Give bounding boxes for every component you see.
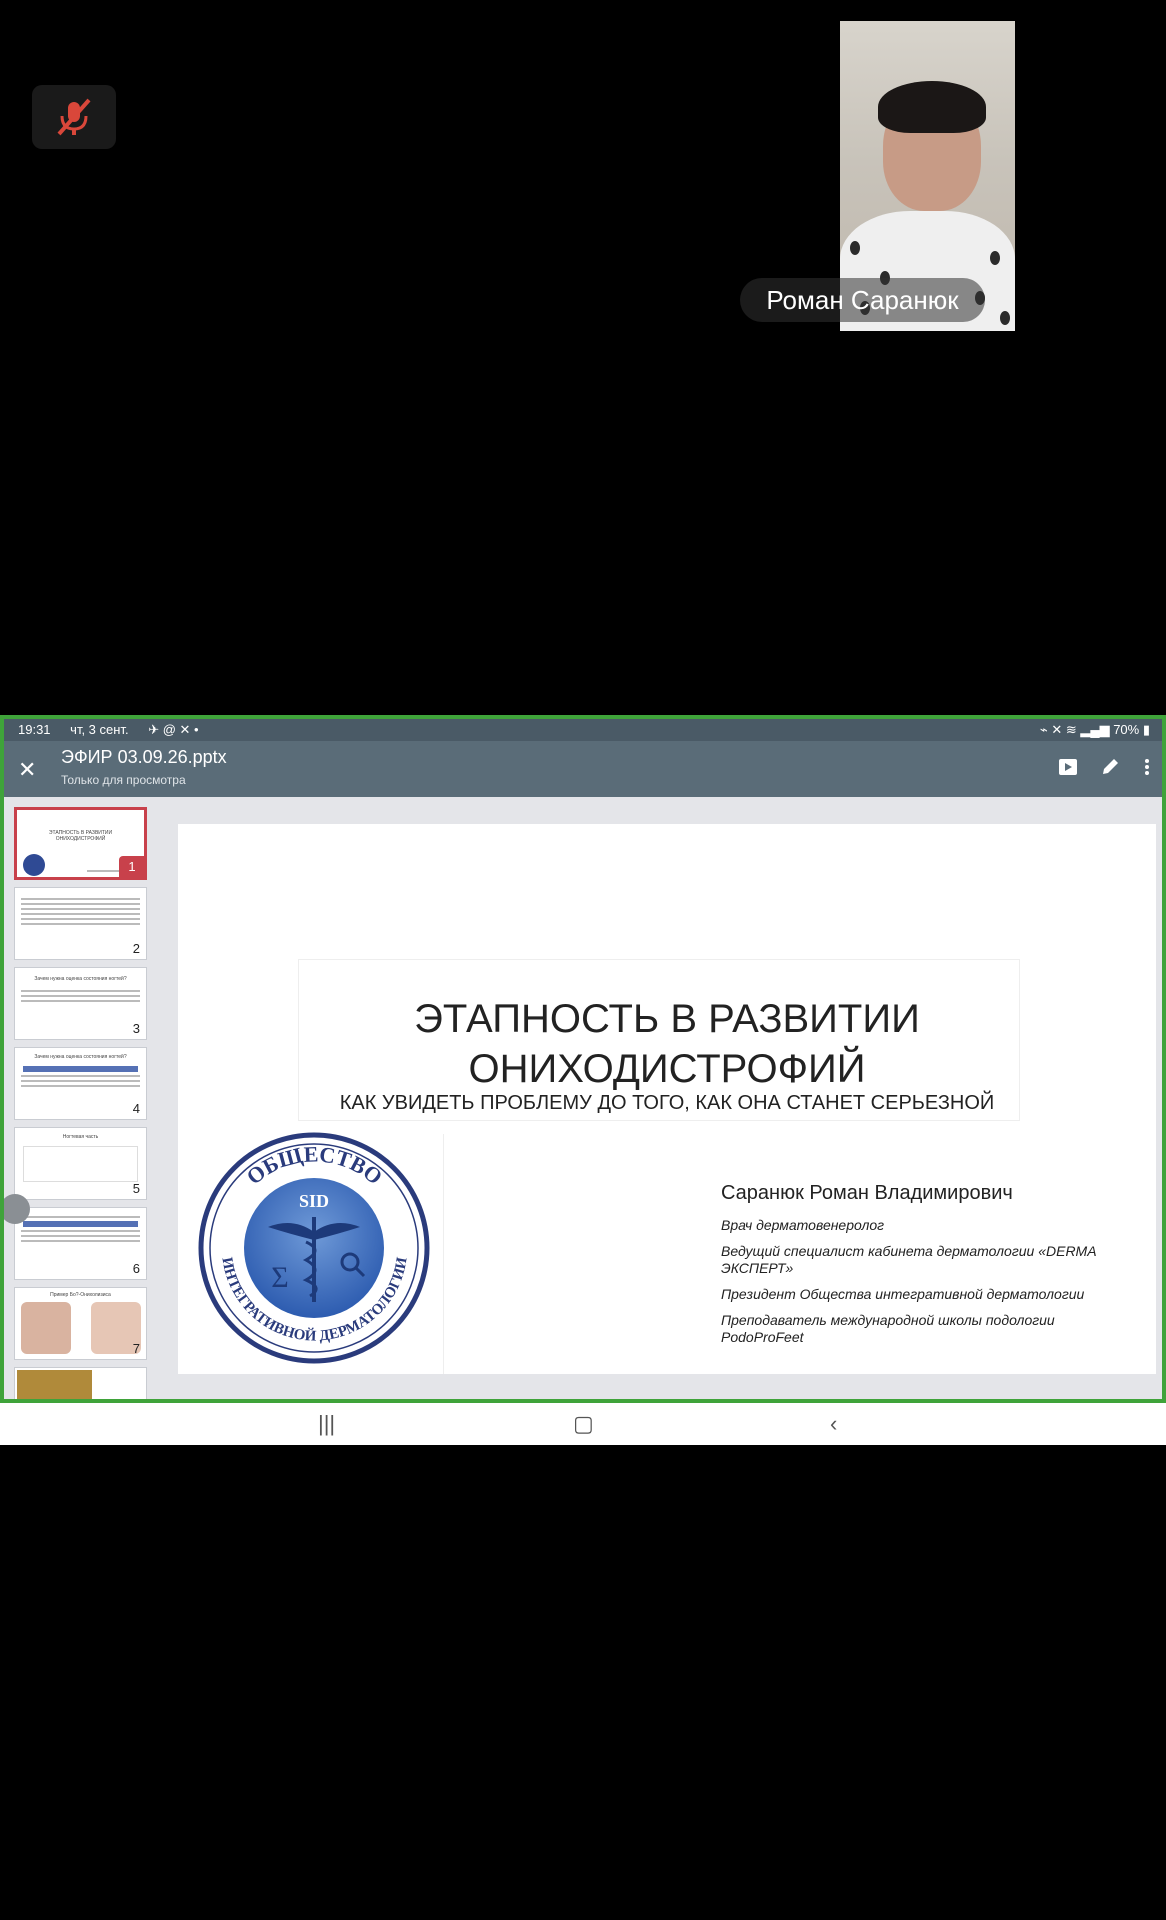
back-icon[interactable]: ‹ bbox=[830, 1411, 837, 1437]
play-icon[interactable] bbox=[1058, 757, 1078, 777]
participant-name: Роман Саранюк bbox=[740, 278, 985, 322]
thumbnail-number: 1 bbox=[119, 856, 144, 877]
document-mode: Только для просмотра bbox=[61, 773, 186, 787]
status-time: 19:31 bbox=[18, 722, 51, 737]
more-icon[interactable] bbox=[1142, 757, 1152, 777]
thumbnail-6[interactable]: 6 bbox=[14, 1207, 147, 1280]
thumbnail-title: Зачем нужна оценка состояния ногтей? bbox=[34, 976, 127, 982]
thumbnail-title: Ногтевая часть bbox=[62, 1134, 99, 1140]
mic-off-icon bbox=[57, 98, 91, 136]
author-line: Врач дерматовенеролог bbox=[721, 1217, 885, 1233]
thumbnail-number: 4 bbox=[132, 1101, 140, 1116]
battery-icon: ▮ bbox=[1142, 722, 1150, 737]
logo-abbr: SID bbox=[299, 1191, 329, 1211]
thumbnail-7[interactable]: Пример Бо?-Онихолизиса 7 bbox=[14, 1287, 147, 1360]
home-icon[interactable]: ▢ bbox=[573, 1411, 594, 1437]
document-toolbar: ✕ ЭФИР 03.09.26.pptx Только для просмотр… bbox=[4, 741, 1162, 797]
slide-thumbnails: ЭТАПНОСТЬ В РАЗВИТИИ ОНИХОДИСТРОФИЙ 1 2 … bbox=[4, 797, 159, 1399]
thumbnail-3[interactable]: Зачем нужна оценка состояния ногтей? 3 bbox=[14, 967, 147, 1040]
thumbnail-number: 5 bbox=[132, 1181, 140, 1196]
author-line: Ведущий специалист кабинета дерматологии… bbox=[721, 1243, 1097, 1276]
system-nav-bar: ||| ▢ ‹ bbox=[0, 1403, 1166, 1445]
thumbnail-title: ЭТАПНОСТЬ В РАЗВИТИИ ОНИХОДИСТРОФИЙ bbox=[48, 830, 113, 842]
author-info: Саранюк Роман Владимирович Врач дерматов… bbox=[721, 1182, 1121, 1355]
thumbnail-8[interactable] bbox=[14, 1367, 147, 1399]
battery-level: 70% bbox=[1113, 722, 1140, 737]
signal-icon: ⌁ ✕ ≋ ▂▄▆ bbox=[1039, 722, 1114, 737]
mute-button[interactable] bbox=[32, 85, 116, 149]
thumbnail-title: Пример Бо?-Онихолизиса bbox=[50, 1292, 111, 1298]
society-logo: ОБЩЕСТВО ИНТЕГРАТИВНОЙ ДЕРМАТОЛОГИИ SID … bbox=[198, 1132, 430, 1364]
notification-icons: ✈ @ ✕ • bbox=[148, 722, 199, 737]
thumbnail-number: 7 bbox=[132, 1341, 140, 1356]
thumbnail-4[interactable]: Зачем нужна оценка состояния ногтей? 4 bbox=[14, 1047, 147, 1120]
document-title: ЭФИР 03.09.26.pptx bbox=[61, 747, 227, 767]
thumbnail-number: 3 bbox=[132, 1021, 140, 1036]
author-line: Преподаватель международной школы подоло… bbox=[721, 1312, 1055, 1345]
recent-apps-icon[interactable]: ||| bbox=[318, 1411, 335, 1437]
slide-subtitle: КАК УВИДЕТЬ ПРОБЛЕМУ ДО ТОГО, КАК ОНА СТ… bbox=[339, 1092, 995, 1114]
author-line: Президент Общества интегративной дермато… bbox=[721, 1286, 1085, 1302]
screen-share: 19:31 чт, 3 сент. ✈ @ ✕ • ⌁ ✕ ≋ ▂▄▆ 70% … bbox=[0, 715, 1166, 1403]
slide-canvas: ЭТАПНОСТЬ В РАЗВИТИИ ОНИХОДИСТРОФИЙ КАК … bbox=[178, 824, 1156, 1374]
slide-title: ЭТАПНОСТЬ В РАЗВИТИИ ОНИХОДИСТРОФИЙ bbox=[414, 997, 920, 1091]
close-icon[interactable]: ✕ bbox=[18, 757, 36, 783]
thumbnail-1[interactable]: ЭТАПНОСТЬ В РАЗВИТИИ ОНИХОДИСТРОФИЙ 1 bbox=[14, 807, 147, 880]
thumbnail-number: 6 bbox=[132, 1261, 140, 1276]
pen-handle[interactable] bbox=[4, 1194, 30, 1224]
svg-text:Σ: Σ bbox=[271, 1261, 288, 1294]
participant-hair bbox=[878, 81, 986, 133]
thumbnail-5[interactable]: Ногтевая часть 5 bbox=[14, 1127, 147, 1200]
edit-icon[interactable] bbox=[1100, 757, 1120, 777]
author-name: Саранюк Роман Владимирович bbox=[721, 1182, 1013, 1204]
thumbnail-title: Зачем нужна оценка состояния ногтей? bbox=[34, 1054, 127, 1060]
thumbnail-2[interactable]: 2 bbox=[14, 887, 147, 960]
status-bar: 19:31 чт, 3 сент. ✈ @ ✕ • ⌁ ✕ ≋ ▂▄▆ 70% … bbox=[4, 719, 1162, 741]
thumbnail-number: 2 bbox=[132, 941, 140, 956]
status-date: чт, 3 сент. bbox=[70, 722, 129, 737]
